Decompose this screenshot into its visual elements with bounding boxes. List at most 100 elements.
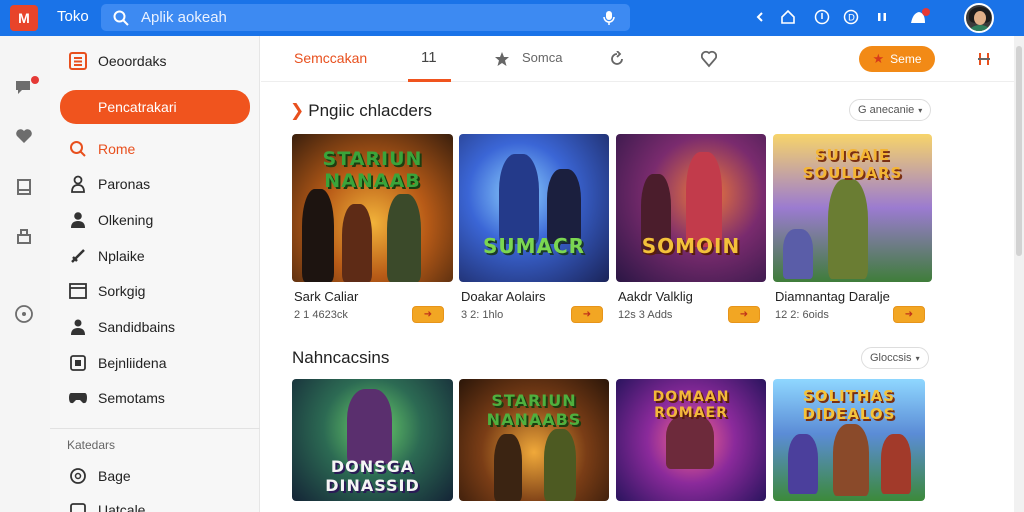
tab-bar: Semccakan 11 Somca ★ Seme: [261, 36, 1024, 82]
game-logo: SUIGAIE SOULDARS: [802, 146, 903, 182]
microphone-icon[interactable]: [602, 10, 616, 31]
star-icon[interactable]: [492, 49, 512, 69]
sidebar-item-bejnliidena[interactable]: Bejnliidena: [60, 348, 250, 378]
sidebar-item-label: Bage: [98, 468, 131, 484]
game-logo: SOMOIN: [641, 234, 741, 258]
back-icon[interactable]: [750, 7, 770, 27]
download-icon[interactable]: [812, 7, 832, 27]
sidebar-item-semotams[interactable]: Semotams: [60, 383, 250, 413]
game-meta: 12s 3 Adds: [618, 309, 673, 321]
section-filter-pill[interactable]: Gloccsis ▾: [861, 347, 929, 369]
game-thumbnail[interactable]: SOLITHAS DIDEALOS: [773, 379, 925, 501]
search-icon: [113, 10, 129, 31]
game-title: Sark Caliar: [294, 289, 359, 304]
sidebar-item-bage[interactable]: Bage: [60, 461, 250, 491]
sidebar-item-label: Bejnliidena: [98, 355, 167, 371]
game-card[interactable]: STARIUN NANAAB Sark Caliar 2 1 4623ck ➜: [292, 134, 453, 323]
game-thumbnail[interactable]: DOMAAN ROMAER: [616, 379, 766, 501]
game-thumbnail[interactable]: DONSGA DINASSID: [292, 379, 453, 501]
controller-icon: [68, 388, 88, 408]
circle-d-icon[interactable]: D: [841, 7, 861, 27]
game-card[interactable]: SOMOIN Aakdr Valklig 12s 3 Adds ➜: [616, 134, 769, 323]
star-icon: ★: [872, 51, 885, 66]
shield-icon[interactable]: [699, 49, 719, 69]
game-thumbnail[interactable]: SUMACR: [459, 134, 609, 282]
app-title: Toko: [57, 8, 89, 25]
sidebar-item-home[interactable]: Rome: [60, 134, 250, 164]
sidebar-item-label: Sorkgig: [98, 283, 146, 299]
sidebar-item-label: Paronas: [98, 176, 151, 192]
search-bar[interactable]: [101, 4, 630, 31]
active-tab-indicator: [408, 79, 451, 82]
game-card[interactable]: DOMAAN ROMAER: [616, 379, 769, 501]
sidebar-divider: [50, 428, 260, 429]
sidebar: Oeoordaks Pencatrakari Rome Paronas Olke…: [50, 36, 260, 512]
scrollbar-thumb[interactable]: [1016, 46, 1022, 256]
pause-icon[interactable]: [872, 7, 892, 27]
game-badge[interactable]: ➜: [893, 306, 925, 323]
game-logo: SUMACR: [482, 234, 586, 258]
game-thumbnail[interactable]: STARIUN NANAABS: [459, 379, 609, 501]
chevron-down-icon: ▾: [918, 105, 923, 115]
game-badge[interactable]: ➜: [728, 306, 760, 323]
game-meta: 3 2: 1hlo: [461, 309, 504, 321]
users-icon: [68, 317, 88, 337]
heart-icon[interactable]: [13, 125, 35, 147]
sidebar-header[interactable]: Oeoordaks: [60, 46, 250, 76]
list-icon: [68, 51, 88, 71]
chevron-down-icon: ▾: [915, 353, 920, 363]
sidebar-item-active[interactable]: Pencatrakari: [60, 90, 250, 124]
section-filter-pill[interactable]: G anecanie ▾: [849, 99, 932, 121]
chat-bubble-icon: [68, 466, 88, 486]
svg-text:D: D: [848, 14, 855, 24]
menu-icon[interactable]: [974, 49, 994, 69]
sidebar-item-sandidbains[interactable]: Sandidbains: [60, 312, 250, 342]
tab-number[interactable]: 11: [421, 49, 437, 66]
game-title: Doakar Aolairs: [461, 289, 546, 304]
book-icon[interactable]: [13, 176, 35, 198]
game-thumbnail[interactable]: SUIGAIE SOULDARS: [773, 134, 932, 282]
user-avatar[interactable]: [964, 3, 994, 33]
game-card[interactable]: STARIUN NANAABS: [459, 379, 612, 501]
sidebar-item-label: Pencatrakari: [98, 99, 177, 115]
game-logo: DONSGA DINASSID: [325, 457, 420, 495]
sidebar-item-uatcale[interactable]: Uatcale: [60, 495, 250, 512]
sidebar-header-label: Oeoordaks: [98, 53, 167, 69]
main-content: Semccakan 11 Somca ★ Seme ❯ Pngiic chlacd…: [261, 36, 1024, 512]
scrollbar[interactable]: [1014, 36, 1024, 512]
filter-pill-label: Gloccsis: [870, 352, 912, 364]
sidebar-item-paronas[interactable]: Paronas: [60, 169, 250, 199]
compass-icon[interactable]: [13, 303, 35, 325]
store-icon[interactable]: [13, 225, 35, 247]
game-card[interactable]: SUIGAIE SOULDARS Diamnantag Daralje 12 2…: [773, 134, 932, 323]
tab-first[interactable]: Semccakan: [294, 50, 367, 66]
game-card[interactable]: DONSGA DINASSID: [292, 379, 453, 501]
notification-dot: [31, 76, 39, 84]
sidebar-item-olkening[interactable]: Olkening: [60, 205, 250, 235]
game-badge[interactable]: ➜: [412, 306, 444, 323]
filter-pill-label: G anecanie: [858, 104, 915, 116]
sidebar-item-label: Semotams: [98, 390, 165, 406]
game-badge[interactable]: ➜: [571, 306, 603, 323]
game-logo-top: DOMAAN ROMAER: [652, 389, 730, 421]
tab-somca[interactable]: Somca: [522, 50, 562, 65]
game-button[interactable]: ★ Seme: [859, 46, 935, 72]
home-icon[interactable]: [778, 7, 798, 27]
sidebar-item-nplaike[interactable]: Nplaike: [60, 241, 250, 271]
app-logo[interactable]: M: [10, 5, 38, 31]
section-title: Nahncacsins: [292, 348, 390, 367]
notification-bell-icon[interactable]: [906, 7, 932, 27]
game-card[interactable]: SOLITHAS DIDEALOS: [773, 379, 926, 501]
sword-icon: [68, 246, 88, 266]
game-thumbnail[interactable]: SOMOIN: [616, 134, 766, 282]
search-icon: [68, 139, 88, 159]
sidebar-item-sorkgig[interactable]: Sorkgig: [60, 276, 250, 306]
top-bar: M Toko D: [0, 0, 1024, 36]
search-input[interactable]: [141, 8, 581, 27]
game-logo: SOLITHAS DIDEALOS: [802, 387, 896, 423]
refresh-icon[interactable]: [607, 49, 627, 69]
game-card[interactable]: SUMACR Doakar Aolairs 3 2: 1hlo ➜: [459, 134, 612, 323]
game-thumbnail[interactable]: STARIUN NANAAB: [292, 134, 453, 282]
person-icon: [68, 174, 88, 194]
game-logo: STARIUN NANAABS: [486, 391, 582, 429]
